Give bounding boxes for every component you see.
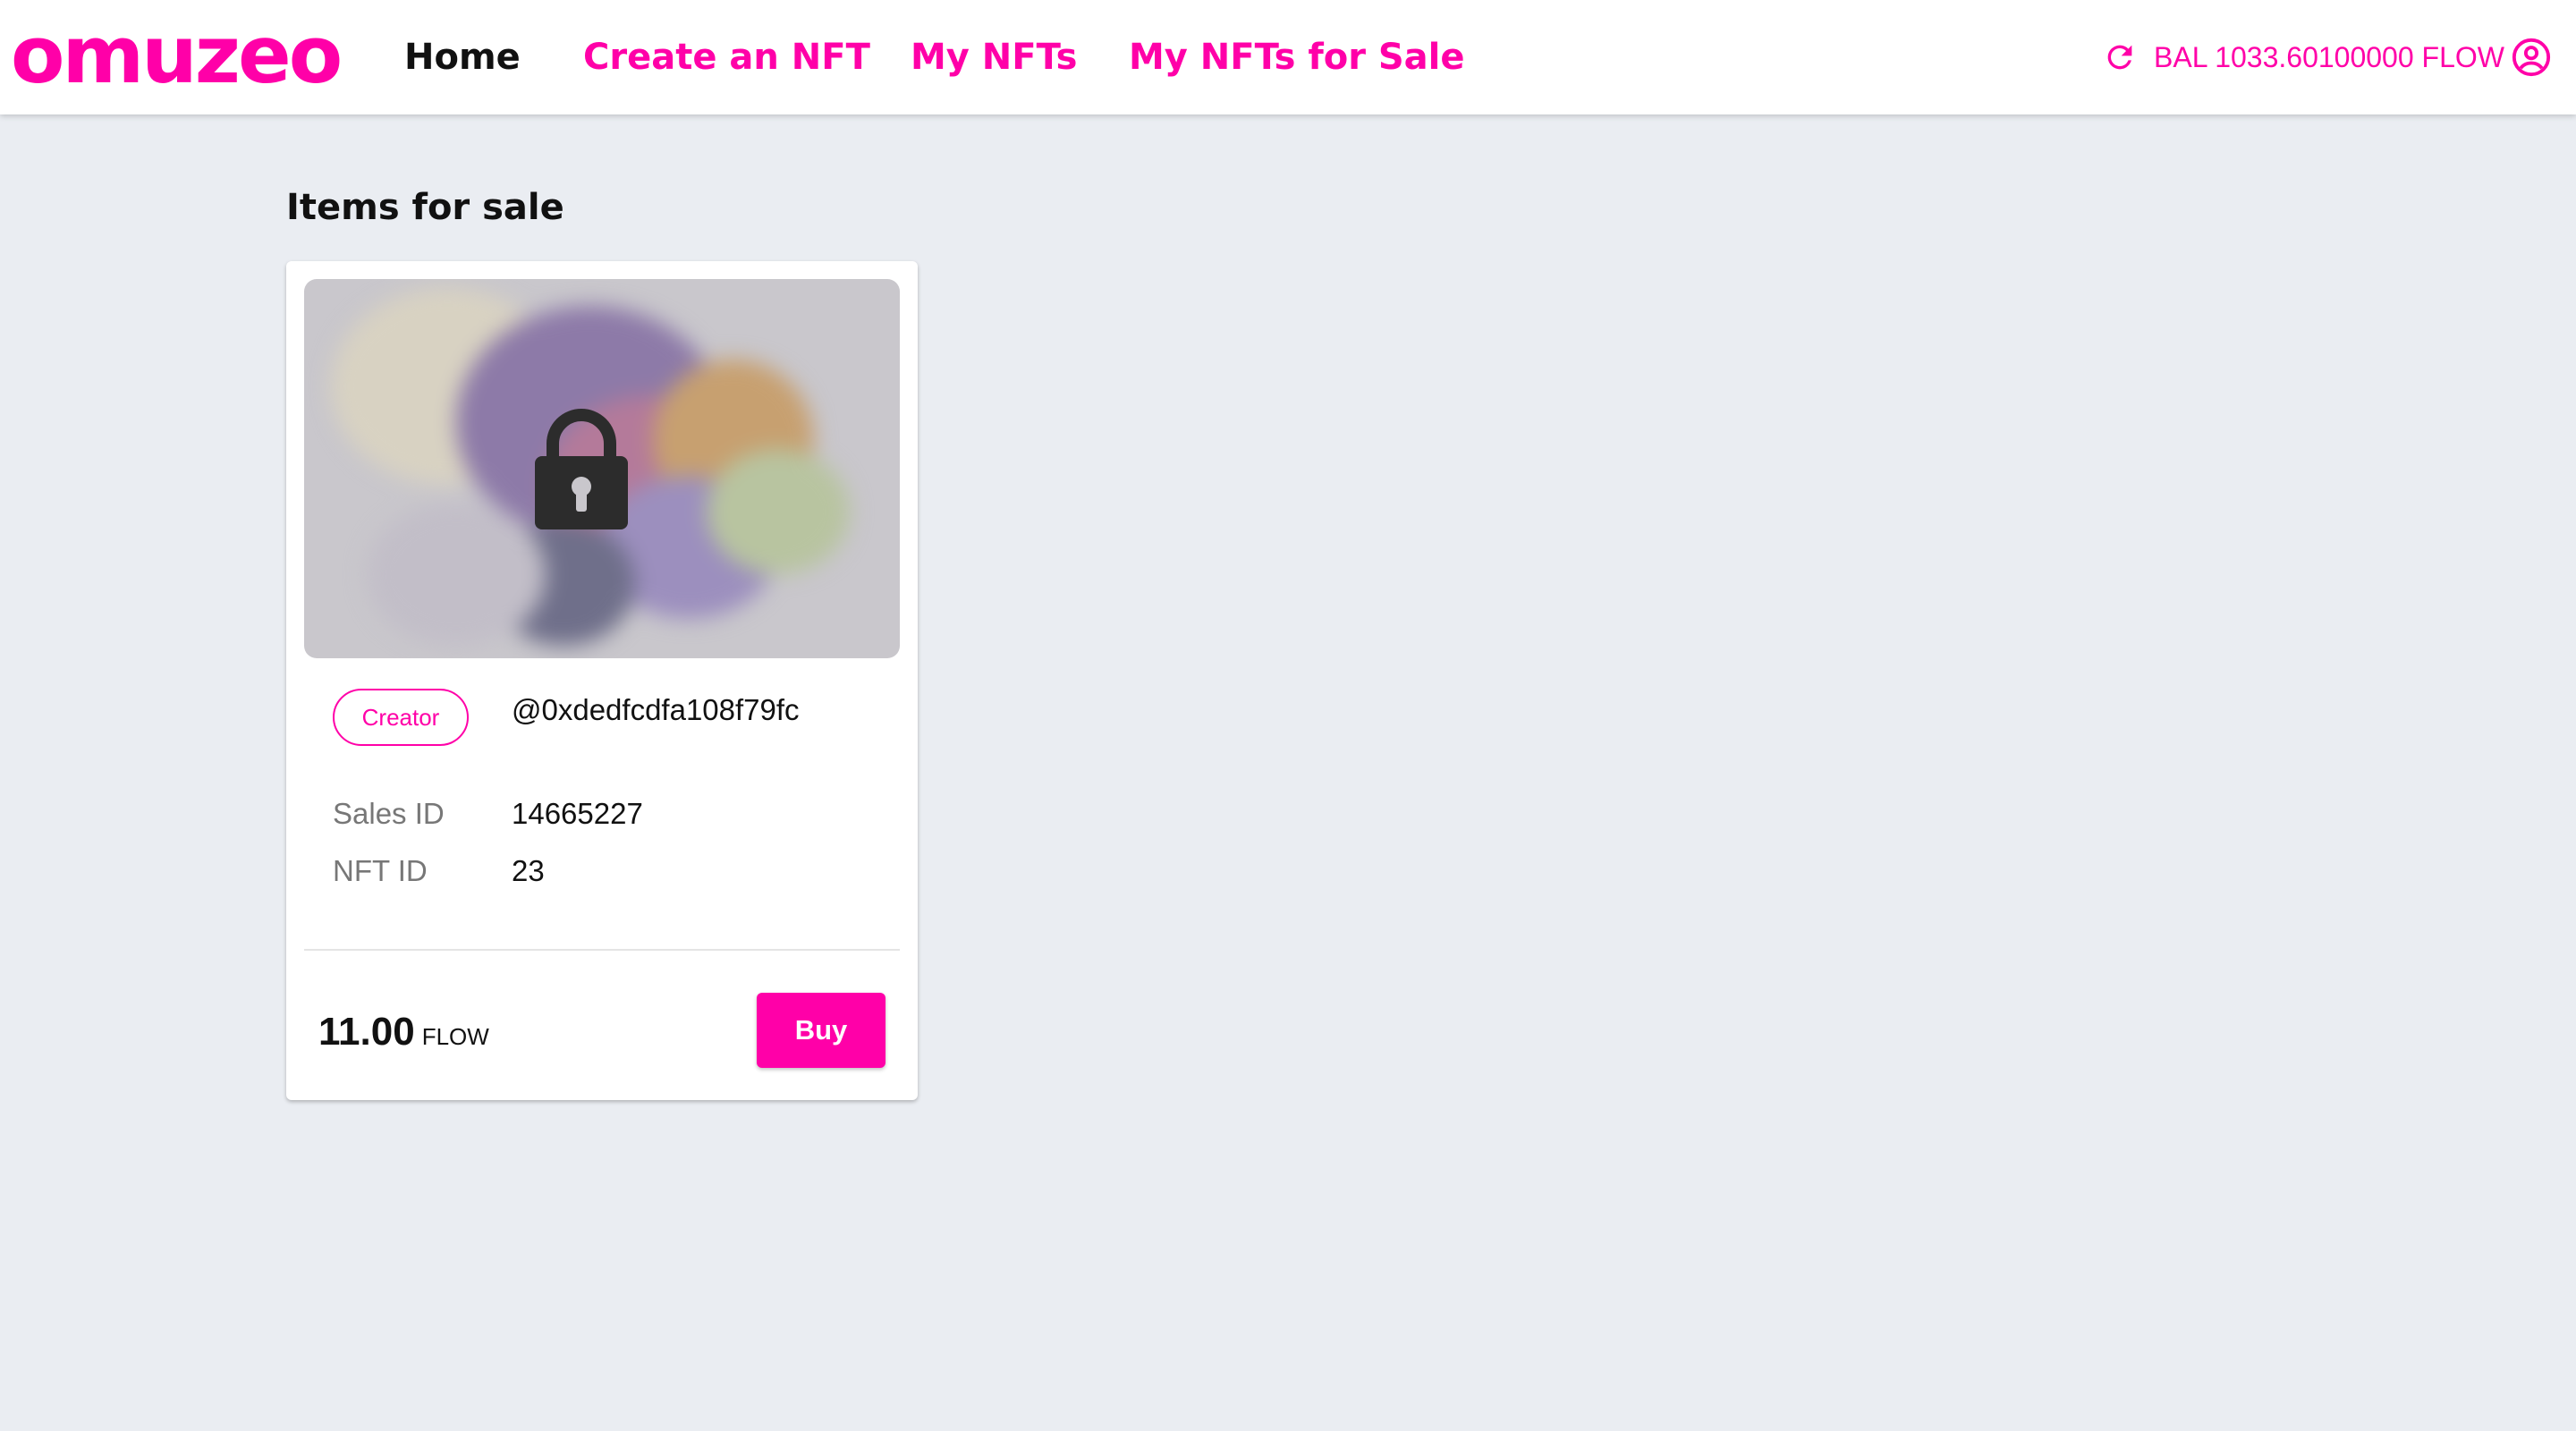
refresh-balance-button[interactable] [2098, 36, 2141, 79]
wallet-balance: BAL 1033.60100000 FLOW [2154, 41, 2504, 73]
creator-chip[interactable]: Creator [333, 689, 469, 746]
nft-sale-card: Creator @0xdedfcdfa108f79fc Sales ID 146… [286, 261, 918, 1100]
nav-create-nft[interactable]: Create an NFT [583, 30, 870, 84]
sales-id-value: 14665227 [512, 797, 643, 830]
nft-id-value: 23 [512, 854, 545, 887]
account-circle-icon [2512, 38, 2551, 77]
creator-address[interactable]: @0xdedfcdfa108f79fc [512, 689, 800, 732]
price-currency: FLOW [421, 1023, 489, 1050]
sales-id-label: Sales ID [333, 797, 445, 830]
card-divider [304, 949, 900, 951]
refresh-icon [2107, 45, 2132, 70]
nav-home[interactable]: Home [404, 30, 521, 84]
page-title: Items for sale [286, 187, 564, 228]
buy-button[interactable]: Buy [757, 993, 886, 1068]
account-button[interactable] [2508, 34, 2555, 80]
nft-id-label: NFT ID [333, 854, 428, 887]
top-navbar: omuzeo Home Create an NFT My NFTs My NFT… [0, 0, 2576, 114]
price-amount: 11.00 [318, 1010, 415, 1054]
price-display: 11.00 FLOW [318, 1003, 489, 1065]
omuzeo-logo[interactable]: omuzeo [11, 9, 343, 102]
nav-my-nfts[interactable]: My NFTs [911, 30, 1077, 84]
nft-media-locked [304, 279, 900, 658]
lock-icon [535, 409, 628, 529]
nav-my-nfts-for-sale[interactable]: My NFTs for Sale [1129, 30, 1465, 84]
